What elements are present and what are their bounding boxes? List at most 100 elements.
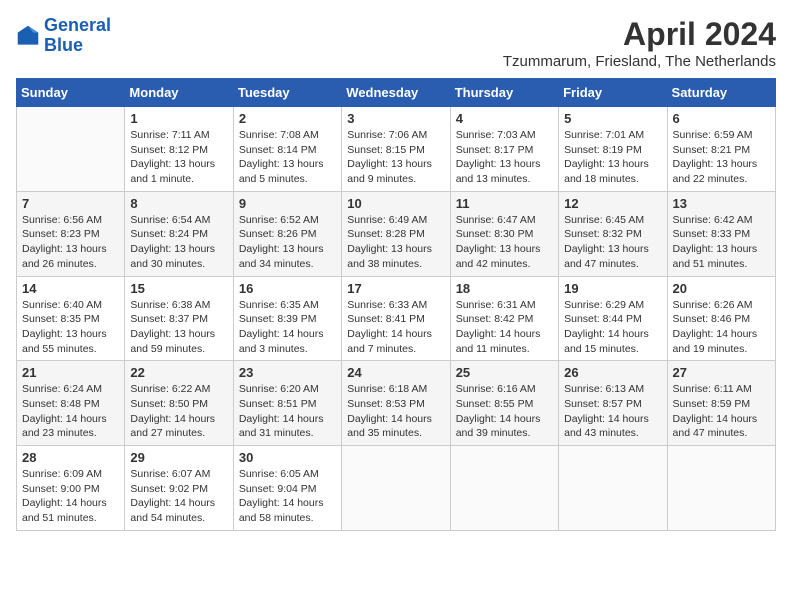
cell-details: Sunrise: 6:13 AMSunset: 8:57 PMDaylight:… xyxy=(564,382,661,441)
cell-details: Sunrise: 7:03 AMSunset: 8:17 PMDaylight:… xyxy=(456,128,553,187)
calendar-cell: 21 Sunrise: 6:24 AMSunset: 8:48 PMDayligh… xyxy=(17,361,125,446)
calendar-week-row: 28 Sunrise: 6:09 AMSunset: 9:00 PMDayligh… xyxy=(17,446,776,531)
cell-details: Sunrise: 6:59 AMSunset: 8:21 PMDaylight:… xyxy=(673,128,770,187)
calendar-cell xyxy=(559,446,667,531)
day-number: 8 xyxy=(130,196,227,211)
day-number: 11 xyxy=(456,196,553,211)
logo-line2: Blue xyxy=(44,35,83,55)
cell-details: Sunrise: 6:49 AMSunset: 8:28 PMDaylight:… xyxy=(347,213,444,272)
cell-details: Sunrise: 6:11 AMSunset: 8:59 PMDaylight:… xyxy=(673,382,770,441)
day-number: 23 xyxy=(239,365,336,380)
cell-details: Sunrise: 6:05 AMSunset: 9:04 PMDaylight:… xyxy=(239,467,336,526)
calendar-cell: 23 Sunrise: 6:20 AMSunset: 8:51 PMDayligh… xyxy=(233,361,341,446)
cell-details: Sunrise: 6:07 AMSunset: 9:02 PMDaylight:… xyxy=(130,467,227,526)
calendar-cell: 14 Sunrise: 6:40 AMSunset: 8:35 PMDayligh… xyxy=(17,276,125,361)
cell-details: Sunrise: 6:45 AMSunset: 8:32 PMDaylight:… xyxy=(564,213,661,272)
cell-details: Sunrise: 6:20 AMSunset: 8:51 PMDaylight:… xyxy=(239,382,336,441)
calendar-cell: 20Sunrise: 6:26 AMSunset: 8:46 PMDayligh… xyxy=(667,276,775,361)
calendar-cell: 16 Sunrise: 6:35 AMSunset: 8:39 PMDayligh… xyxy=(233,276,341,361)
cell-details: Sunrise: 7:06 AMSunset: 8:15 PMDaylight:… xyxy=(347,128,444,187)
day-number: 2 xyxy=(239,111,336,126)
calendar-cell xyxy=(667,446,775,531)
cell-details: Sunrise: 6:47 AMSunset: 8:30 PMDaylight:… xyxy=(456,213,553,272)
day-number: 1 xyxy=(130,111,227,126)
calendar-cell: 2Sunrise: 7:08 AMSunset: 8:14 PMDaylight… xyxy=(233,107,341,192)
day-number: 18 xyxy=(456,281,553,296)
calendar-cell: 30 Sunrise: 6:05 AMSunset: 9:04 PMDayligh… xyxy=(233,446,341,531)
cell-details: Sunrise: 6:38 AMSunset: 8:37 PMDaylight:… xyxy=(130,298,227,357)
calendar-cell: 27 Sunrise: 6:11 AMSunset: 8:59 PMDayligh… xyxy=(667,361,775,446)
day-number: 26 xyxy=(564,365,661,380)
calendar-cell: 9 Sunrise: 6:52 AMSunset: 8:26 PMDaylight… xyxy=(233,191,341,276)
calendar-week-row: 14 Sunrise: 6:40 AMSunset: 8:35 PMDayligh… xyxy=(17,276,776,361)
weekday-header: Monday xyxy=(125,79,233,107)
calendar-table: SundayMondayTuesdayWednesdayThursdayFrid… xyxy=(16,78,776,531)
calendar-cell: 26 Sunrise: 6:13 AMSunset: 8:57 PMDayligh… xyxy=(559,361,667,446)
cell-details: Sunrise: 7:11 AMSunset: 8:12 PMDaylight:… xyxy=(130,128,227,187)
weekday-header: Wednesday xyxy=(342,79,450,107)
day-number: 25 xyxy=(456,365,553,380)
cell-details: Sunrise: 6:31 AMSunset: 8:42 PMDaylight:… xyxy=(456,298,553,357)
logo: General Blue xyxy=(16,16,111,56)
calendar-cell: 29Sunrise: 6:07 AMSunset: 9:02 PMDayligh… xyxy=(125,446,233,531)
day-number: 20 xyxy=(673,281,770,296)
calendar-cell xyxy=(450,446,558,531)
cell-details: Sunrise: 6:33 AMSunset: 8:41 PMDaylight:… xyxy=(347,298,444,357)
cell-details: Sunrise: 6:09 AMSunset: 9:00 PMDaylight:… xyxy=(22,467,119,526)
day-number: 30 xyxy=(239,450,336,465)
calendar-cell xyxy=(342,446,450,531)
calendar-cell: 1 Sunrise: 7:11 AMSunset: 8:12 PMDaylight… xyxy=(125,107,233,192)
cell-details: Sunrise: 6:56 AMSunset: 8:23 PMDaylight:… xyxy=(22,213,119,272)
weekday-header: Sunday xyxy=(17,79,125,107)
calendar-week-row: 1 Sunrise: 7:11 AMSunset: 8:12 PMDaylight… xyxy=(17,107,776,192)
calendar-cell: 28 Sunrise: 6:09 AMSunset: 9:00 PMDayligh… xyxy=(17,446,125,531)
weekday-header: Tuesday xyxy=(233,79,341,107)
title-block: April 2024 Tzummarum, Friesland, The Net… xyxy=(503,16,776,70)
calendar-week-row: 7Sunrise: 6:56 AMSunset: 8:23 PMDaylight… xyxy=(17,191,776,276)
calendar-cell: 19Sunrise: 6:29 AMSunset: 8:44 PMDayligh… xyxy=(559,276,667,361)
weekday-header: Saturday xyxy=(667,79,775,107)
day-number: 16 xyxy=(239,281,336,296)
weekday-header: Friday xyxy=(559,79,667,107)
calendar-cell: 22 Sunrise: 6:22 AMSunset: 8:50 PMDayligh… xyxy=(125,361,233,446)
cell-details: Sunrise: 6:18 AMSunset: 8:53 PMDaylight:… xyxy=(347,382,444,441)
day-number: 9 xyxy=(239,196,336,211)
day-number: 13 xyxy=(673,196,770,211)
calendar-cell: 24 Sunrise: 6:18 AMSunset: 8:53 PMDayligh… xyxy=(342,361,450,446)
cell-details: Sunrise: 6:22 AMSunset: 8:50 PMDaylight:… xyxy=(130,382,227,441)
cell-details: Sunrise: 6:24 AMSunset: 8:48 PMDaylight:… xyxy=(22,382,119,441)
day-number: 28 xyxy=(22,450,119,465)
cell-details: Sunrise: 6:35 AMSunset: 8:39 PMDaylight:… xyxy=(239,298,336,357)
calendar-cell: 10Sunrise: 6:49 AMSunset: 8:28 PMDayligh… xyxy=(342,191,450,276)
cell-details: Sunrise: 6:29 AMSunset: 8:44 PMDaylight:… xyxy=(564,298,661,357)
calendar-cell: 18 Sunrise: 6:31 AMSunset: 8:42 PMDayligh… xyxy=(450,276,558,361)
day-number: 14 xyxy=(22,281,119,296)
cell-details: Sunrise: 6:52 AMSunset: 8:26 PMDaylight:… xyxy=(239,213,336,272)
location: Tzummarum, Friesland, The Netherlands xyxy=(503,53,776,70)
day-number: 17 xyxy=(347,281,444,296)
day-number: 22 xyxy=(130,365,227,380)
cell-details: Sunrise: 6:54 AMSunset: 8:24 PMDaylight:… xyxy=(130,213,227,272)
calendar-cell: 6Sunrise: 6:59 AMSunset: 8:21 PMDaylight… xyxy=(667,107,775,192)
calendar-cell: 17 Sunrise: 6:33 AMSunset: 8:41 PMDayligh… xyxy=(342,276,450,361)
calendar-cell: 13Sunrise: 6:42 AMSunset: 8:33 PMDayligh… xyxy=(667,191,775,276)
weekday-header: Thursday xyxy=(450,79,558,107)
day-number: 21 xyxy=(22,365,119,380)
calendar-cell: 5Sunrise: 7:01 AMSunset: 8:19 PMDaylight… xyxy=(559,107,667,192)
day-number: 4 xyxy=(456,111,553,126)
calendar-cell: 8 Sunrise: 6:54 AMSunset: 8:24 PMDaylight… xyxy=(125,191,233,276)
calendar-cell: 7Sunrise: 6:56 AMSunset: 8:23 PMDaylight… xyxy=(17,191,125,276)
day-number: 15 xyxy=(130,281,227,296)
cell-details: Sunrise: 6:40 AMSunset: 8:35 PMDaylight:… xyxy=(22,298,119,357)
cell-details: Sunrise: 7:01 AMSunset: 8:19 PMDaylight:… xyxy=(564,128,661,187)
day-number: 24 xyxy=(347,365,444,380)
month-year: April 2024 xyxy=(503,16,776,53)
calendar-cell: 15 Sunrise: 6:38 AMSunset: 8:37 PMDayligh… xyxy=(125,276,233,361)
logo-icon xyxy=(16,24,40,48)
logo-text: General Blue xyxy=(44,16,111,56)
calendar-week-row: 21 Sunrise: 6:24 AMSunset: 8:48 PMDayligh… xyxy=(17,361,776,446)
day-number: 3 xyxy=(347,111,444,126)
day-number: 27 xyxy=(673,365,770,380)
page-header: General Blue April 2024 Tzummarum, Fries… xyxy=(16,16,776,70)
calendar-cell: 11 Sunrise: 6:47 AMSunset: 8:30 PMDayligh… xyxy=(450,191,558,276)
